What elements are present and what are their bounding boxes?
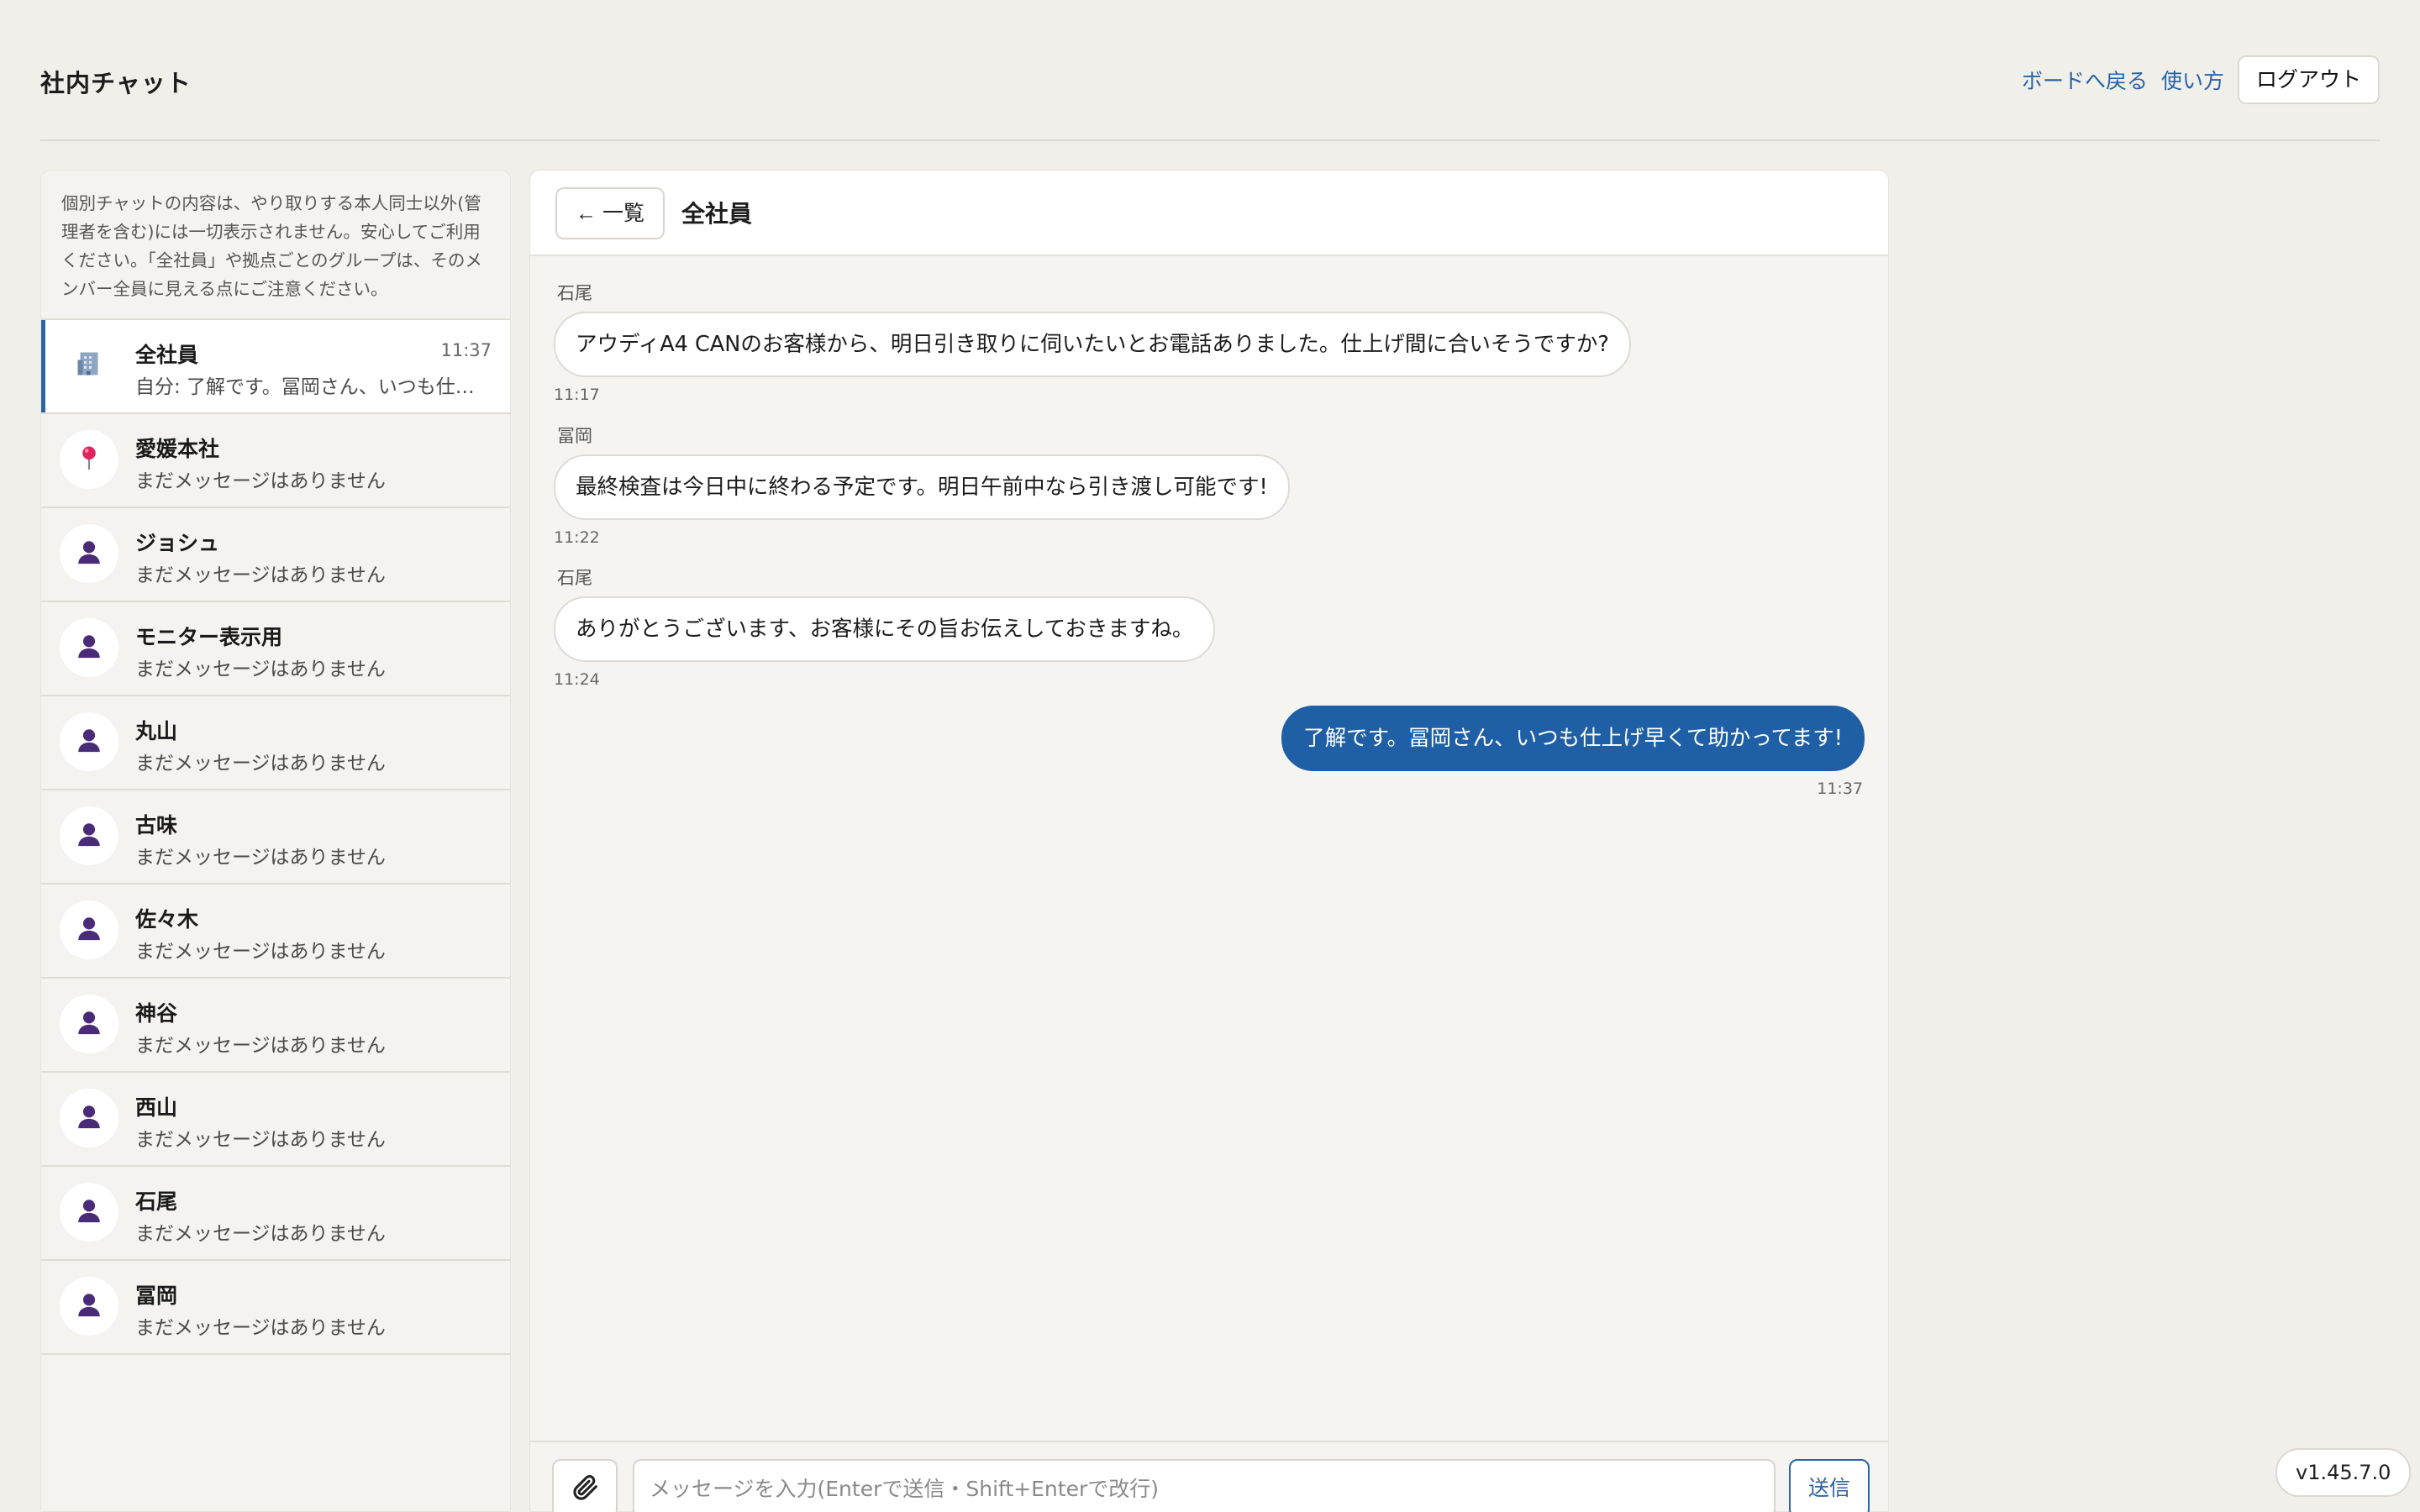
chat-preview: まだメッセージはありません — [135, 470, 386, 492]
avatar — [60, 995, 118, 1053]
chat-preview: まだメッセージはありません — [135, 1035, 386, 1057]
avatar — [60, 712, 118, 771]
message-sender: 石尾 — [557, 283, 592, 303]
chat-panel: ← 一覧 全社員 石尾アウディA4 CANのお客様から、明日引き取りに伺いたいと… — [529, 170, 1889, 1512]
chat-name: 古味 — [135, 813, 178, 837]
chat-name: 石尾 — [135, 1189, 178, 1214]
building-icon — [74, 349, 104, 382]
chat-name: 西山 — [135, 1095, 178, 1120]
message-time: 11:22 — [554, 528, 600, 547]
message-input[interactable] — [633, 1459, 1776, 1512]
message-time: 11:17 — [554, 386, 600, 404]
chat-list-item[interactable]: 古味まだメッセージはありません — [41, 790, 510, 885]
chat-name: ジョシュ — [135, 531, 220, 555]
message: 冨岡最終検査は今日中に終わる予定です。明日午前中なら引き渡し可能です! 11:22 — [554, 423, 1290, 547]
attach-button[interactable] — [552, 1459, 618, 1512]
avatar — [60, 524, 118, 583]
chat-preview: まだメッセージはありません — [135, 1129, 386, 1151]
avatar — [60, 1183, 118, 1242]
composer: 送信 — [530, 1441, 1888, 1512]
chat-name: 佐々木 — [135, 907, 199, 932]
chat-time: 11:37 — [440, 340, 492, 360]
chat-preview: まだメッセージはありません — [135, 753, 386, 774]
avatar — [60, 806, 118, 865]
chat-name: 愛媛本社 — [135, 437, 220, 461]
chat-preview: 自分: 了解です。冨岡さん、いつも仕上げ早くて助かってます! — [135, 376, 488, 398]
app-header: 社内チャット ボードへ戻る 使い方 ログアウト — [40, 0, 2380, 141]
chat-list-item[interactable]: ジョシュまだメッセージはありません — [41, 508, 510, 602]
chat-list-item[interactable]: 冨岡まだメッセージはありません — [41, 1261, 510, 1355]
chat-name: 丸山 — [135, 719, 178, 743]
person-icon — [75, 1290, 103, 1322]
board-link[interactable]: ボードへ戻る — [2022, 65, 2148, 95]
avatar — [60, 430, 118, 489]
message: 石尾アウディA4 CANのお客様から、明日引き取りに伺いたいとお電話ありました。… — [554, 280, 1631, 404]
chat-name: 神谷 — [135, 1001, 178, 1026]
person-icon — [75, 1196, 103, 1228]
message-bubble[interactable]: アウディA4 CANのお客様から、明日引き取りに伺いたいとお電話ありました。仕上… — [554, 312, 1631, 377]
header-nav: ボードへ戻る 使い方 ログアウト — [2022, 55, 2380, 104]
message: 石尾ありがとうございます、お客様にその旨お伝えしておきますね。 11:24 — [554, 564, 1216, 689]
chat-preview: まだメッセージはありません — [135, 941, 386, 963]
avatar — [60, 900, 118, 959]
chat-list-item[interactable]: 石尾まだメッセージはありません — [41, 1167, 510, 1261]
send-button[interactable]: 送信 — [1789, 1459, 1870, 1512]
back-to-list-button[interactable]: ← 一覧 — [555, 187, 665, 239]
chat-preview: まだメッセージはありません — [135, 564, 386, 586]
paperclip-icon — [571, 1473, 599, 1504]
version-badge: v1.45.7.0 — [2275, 1448, 2412, 1497]
help-link[interactable]: 使い方 — [2161, 65, 2224, 95]
message-bubble[interactable]: ありがとうございます、お客様にその旨お伝えしておきますね。 — [554, 596, 1216, 662]
chat-header: ← 一覧 全社員 — [530, 171, 1888, 256]
chat-list-item[interactable]: 神谷まだメッセージはありません — [41, 979, 510, 1073]
message-list[interactable]: 石尾アウディA4 CANのお客様から、明日引き取りに伺いたいとお電話ありました。… — [530, 256, 1888, 1429]
chat-list-item[interactable]: 西山まだメッセージはありません — [41, 1073, 510, 1167]
chat-list-item[interactable]: モニター表示用まだメッセージはありません — [41, 602, 510, 696]
chat-name: モニター表示用 — [135, 625, 283, 649]
chat-name: 全社員 — [135, 343, 199, 367]
message-time: 11:37 — [1817, 780, 1863, 798]
avatar — [60, 336, 118, 395]
message-sender: 石尾 — [557, 568, 592, 588]
privacy-notice: 個別チャットの内容は、やり取りする本人同士以外(管理者を含む)には一切表示されま… — [61, 193, 482, 299]
chat-sidebar: 個別チャットの内容は、やり取りする本人同士以外(管理者を含む)には一切表示されま… — [40, 170, 511, 1512]
room-title: 全社員 — [681, 200, 753, 228]
chat-preview: まだメッセージはありません — [135, 1223, 386, 1245]
avatar — [60, 1277, 118, 1336]
chat-preview: まだメッセージはありません — [135, 1317, 386, 1339]
chat-preview: まだメッセージはありません — [135, 847, 386, 869]
chat-list-item[interactable]: 愛媛本社まだメッセージはありません — [41, 414, 510, 508]
avatar — [60, 618, 118, 677]
person-icon — [75, 820, 103, 852]
chat-list: 全社員自分: 了解です。冨岡さん、いつも仕上げ早くて助かってます! 11:37 愛媛… — [41, 318, 510, 1355]
pin-icon — [75, 444, 103, 475]
chat-list-item[interactable]: 丸山まだメッセージはありません — [41, 696, 510, 790]
person-icon — [75, 632, 103, 664]
chat-name: 冨岡 — [135, 1284, 178, 1308]
message-bubble[interactable]: 了解です。冨岡さん、いつも仕上げ早くて助かってます! — [1281, 706, 1865, 771]
message-sender: 冨岡 — [557, 426, 592, 446]
chat-list-item[interactable]: 全社員自分: 了解です。冨岡さん、いつも仕上げ早くて助かってます! 11:37 — [41, 320, 510, 414]
avatar — [60, 1089, 118, 1147]
person-icon — [75, 726, 103, 758]
person-icon — [75, 1102, 103, 1134]
chat-preview: まだメッセージはありません — [135, 659, 386, 680]
own-message: 了解です。冨岡さん、いつも仕上げ早くて助かってます! 11:37 — [1281, 706, 1865, 798]
person-icon — [75, 914, 103, 946]
message-time: 11:24 — [554, 670, 600, 689]
person-icon — [75, 538, 103, 570]
app-title: 社内チャット — [40, 69, 192, 97]
logout-button[interactable]: ログアウト — [2237, 55, 2380, 104]
message-bubble[interactable]: 最終検査は今日中に終わる予定です。明日午前中なら引き渡し可能です! — [554, 454, 1290, 520]
chat-list-item[interactable]: 佐々木まだメッセージはありません — [41, 885, 510, 979]
person-icon — [75, 1008, 103, 1040]
